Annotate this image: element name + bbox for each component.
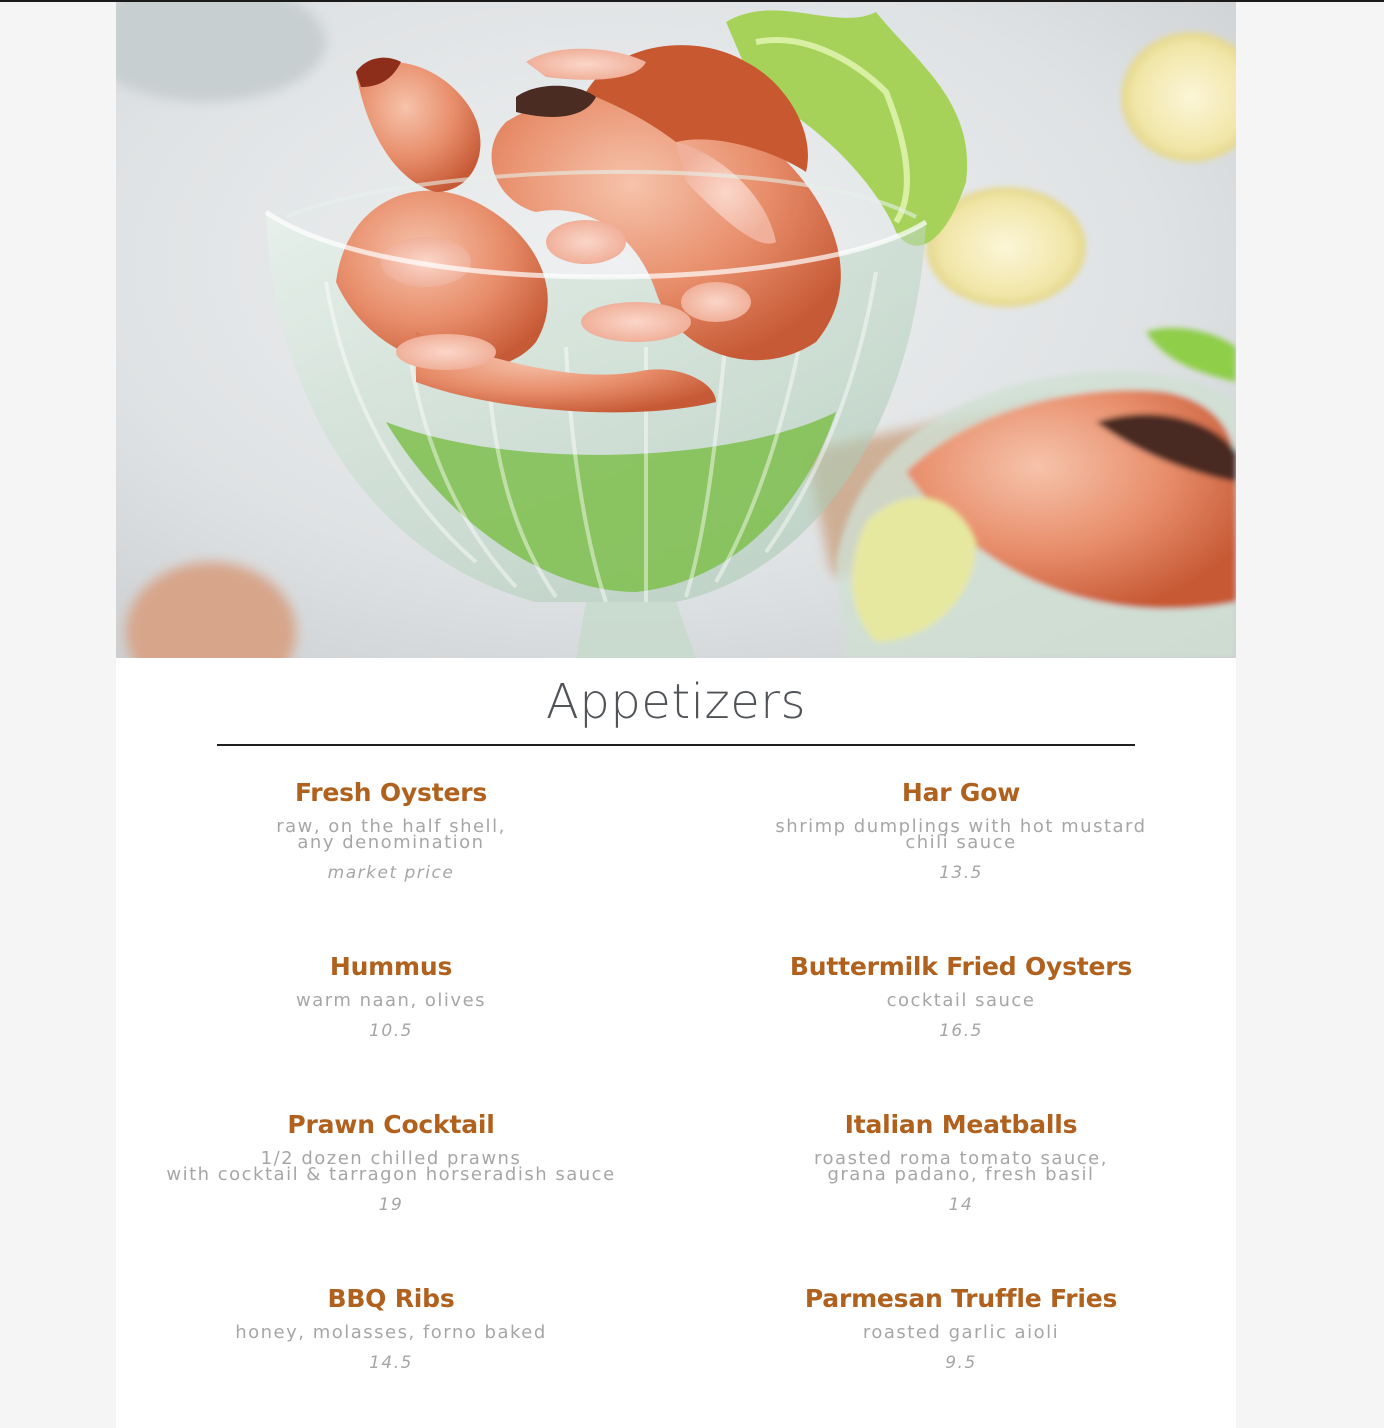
item-description: warm naan, olives [295, 990, 487, 1011]
menu-item: Fresh Oysters raw, on the half shell, an… [121, 777, 661, 883]
item-name: Buttermilk Fried Oysters [789, 952, 1133, 981]
item-description: 1/2 dozen chilled prawns with cocktail &… [166, 1148, 616, 1185]
menu-item: Prawn Cocktail 1/2 dozen chilled prawns … [121, 1109, 661, 1215]
menu-panel: Appetizers Fresh Oysters raw, on the hal… [116, 2, 1236, 1428]
menu-item: Buttermilk Fried Oysters cocktail sauce … [691, 951, 1231, 1041]
title-divider [217, 744, 1135, 746]
item-price: 10.5 [369, 1021, 413, 1041]
item-description: cocktail sauce [886, 990, 1036, 1011]
item-price: market price [327, 863, 455, 883]
menu-item: Parmesan Truffle Fries roasted garlic ai… [691, 1283, 1231, 1373]
item-name: Fresh Oysters [294, 778, 488, 807]
item-description: shrimp dumplings with hot mustard chili … [775, 816, 1147, 853]
item-price: 16.5 [939, 1021, 983, 1041]
item-price: 9.5 [945, 1353, 977, 1373]
item-name: Prawn Cocktail [287, 1110, 495, 1139]
item-name: Italian Meatballs [844, 1110, 1078, 1139]
item-description: raw, on the half shell, any denomination [276, 816, 506, 853]
item-description: roasted garlic aioli [862, 1322, 1060, 1343]
item-price: 14 [948, 1195, 974, 1215]
item-description: roasted roma tomato sauce, grana padano,… [814, 1148, 1108, 1185]
menu-item: Hummus warm naan, olives 10.5 [121, 951, 661, 1041]
item-name: Har Gow [901, 778, 1021, 807]
item-name: BBQ Ribs [327, 1284, 455, 1313]
menu-item: BBQ Ribs honey, molasses, forno baked 14… [121, 1283, 661, 1373]
item-name: Hummus [329, 952, 453, 981]
menu-item: Har Gow shrimp dumplings with hot mustar… [691, 777, 1231, 883]
menu-item: Italian Meatballs roasted roma tomato sa… [691, 1109, 1231, 1215]
item-price: 19 [378, 1195, 404, 1215]
item-price: 13.5 [939, 863, 983, 883]
item-name: Parmesan Truffle Fries [804, 1284, 1118, 1313]
item-price: 14.5 [369, 1353, 413, 1373]
section-title: Appetizers [546, 674, 806, 730]
hero-image [116, 2, 1236, 658]
item-description: honey, molasses, forno baked [235, 1322, 547, 1343]
